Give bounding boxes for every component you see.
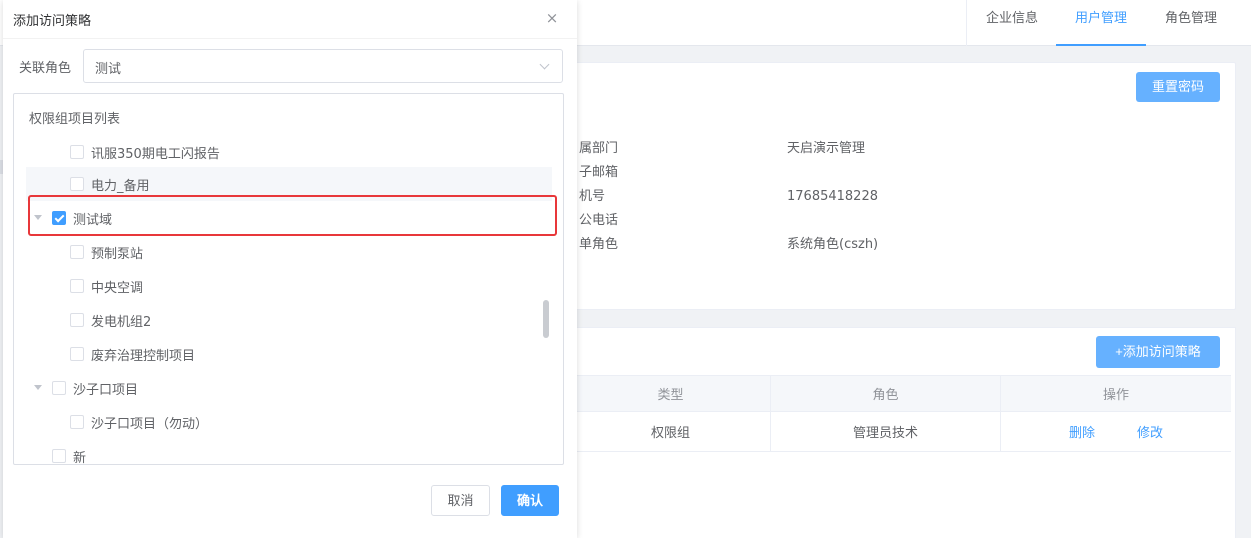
tab-role-management[interactable]: 角色管理 xyxy=(1156,0,1226,46)
node-checkbox[interactable] xyxy=(70,347,84,361)
node-checkbox[interactable] xyxy=(52,449,66,463)
info-row-mobile: 机号 17685418228 xyxy=(579,187,878,207)
chevron-down-icon xyxy=(539,59,550,70)
role-select-value: 测试 xyxy=(95,62,122,77)
permission-group-tree-panel: 权限组项目列表 讯服350期电工闪报告 电力_备用 测试域 预制泵站 中央空调 … xyxy=(13,93,564,465)
info-value: 系统角色(cszh) xyxy=(787,237,879,252)
caret-down-icon[interactable] xyxy=(34,385,42,390)
node-label: 发电机组2 xyxy=(91,315,152,330)
node-label: 沙子口项目（勿动） xyxy=(91,417,209,432)
info-label: 机号 xyxy=(579,189,606,204)
tab-user-management[interactable]: 用户管理 xyxy=(1056,0,1146,46)
node-checkbox[interactable] xyxy=(70,145,84,159)
permission-tree[interactable]: 讯服350期电工闪报告 电力_备用 测试域 预制泵站 中央空调 发电机组2 废弃… xyxy=(14,138,563,464)
associated-role-select[interactable]: 测试 xyxy=(83,49,563,83)
node-label: 沙子口项目 xyxy=(73,383,139,398)
tree-node-central-ac[interactable]: 中央空调 xyxy=(26,269,552,303)
tree-node-test-domain[interactable]: 测试域 xyxy=(26,201,552,235)
reset-password-button[interactable]: 重置密码 xyxy=(1136,72,1220,102)
tree-node-shazikou[interactable]: 沙子口项目 xyxy=(26,371,552,405)
caret-down-icon[interactable] xyxy=(34,215,42,220)
add-access-policy-dialog: 添加访问策略 × 关联角色 测试 权限组项目列表 讯服350期电工闪报告 电力_… xyxy=(3,0,577,538)
tree-node-prefab-pump[interactable]: 预制泵站 xyxy=(26,235,552,269)
edit-link[interactable]: 修改 xyxy=(1137,422,1163,441)
node-checkbox[interactable] xyxy=(70,313,84,327)
node-checkbox[interactable] xyxy=(52,381,66,395)
add-access-policy-button[interactable]: +添加访问策略 xyxy=(1096,336,1220,368)
confirm-button[interactable]: 确认 xyxy=(501,485,559,516)
info-label: 公电话 xyxy=(579,213,619,228)
dialog-header-divider xyxy=(3,38,577,39)
node-checkbox[interactable] xyxy=(70,279,84,293)
access-policy-card: +添加访问策略 类型 角色 操作 权限组 管理员技术 删除 修改 xyxy=(570,327,1236,538)
info-label: 单角色 xyxy=(579,237,619,252)
tree-node-partial-bottom[interactable]: 新 xyxy=(26,439,552,464)
node-label: 预制泵站 xyxy=(91,247,144,262)
delete-link[interactable]: 删除 xyxy=(1069,422,1095,441)
info-label: 属部门 xyxy=(579,141,619,156)
info-row-office-phone: 公电话 xyxy=(579,211,618,231)
tree-node-power-backup[interactable]: 电力_备用 xyxy=(26,167,552,201)
table-row: 权限组 管理员技术 删除 修改 xyxy=(571,412,1231,452)
info-row-role: 单角色 系统角色(cszh) xyxy=(579,235,878,255)
info-row-department: 属部门 天启演示管理 xyxy=(579,139,865,159)
associated-role-label: 关联角色 xyxy=(19,61,72,76)
node-checkbox[interactable] xyxy=(70,245,84,259)
cell-role: 管理员技术 xyxy=(771,412,1001,451)
node-label: 测试域 xyxy=(73,213,113,228)
node-label: 新 xyxy=(73,451,87,464)
tree-node-partial[interactable]: 讯服350期电工闪报告 xyxy=(26,138,552,169)
policy-table: 类型 角色 操作 权限组 管理员技术 删除 修改 xyxy=(571,375,1231,452)
tab-company-info[interactable]: 企业信息 xyxy=(978,0,1046,46)
cancel-button[interactable]: 取消 xyxy=(431,485,490,516)
close-icon[interactable]: × xyxy=(545,11,559,26)
cell-operation: 删除 修改 xyxy=(1001,412,1231,451)
user-info-card: 重置密码 属部门 天启演示管理 子邮箱 机号 17685418228 公电话 单… xyxy=(570,62,1236,310)
node-checkbox[interactable] xyxy=(70,177,84,191)
tree-panel-title: 权限组项目列表 xyxy=(29,112,121,127)
info-row-email: 子邮箱 xyxy=(579,163,618,183)
tree-scrollbar[interactable] xyxy=(543,300,549,338)
info-label: 子邮箱 xyxy=(579,165,619,180)
cell-type: 权限组 xyxy=(571,412,771,451)
info-value: 天启演示管理 xyxy=(787,141,866,156)
info-value: 17685418228 xyxy=(787,189,878,204)
node-label: 讯服350期电工闪报告 xyxy=(91,147,220,162)
tab-divider xyxy=(966,0,967,46)
node-checkbox[interactable] xyxy=(70,415,84,429)
dialog-title: 添加访问策略 xyxy=(13,14,92,29)
tree-node-generator[interactable]: 发电机组2 xyxy=(26,303,552,337)
tree-node-shazikou-locked[interactable]: 沙子口项目（勿动） xyxy=(26,405,552,439)
table-header: 类型 角色 操作 xyxy=(571,375,1231,412)
header-role: 角色 xyxy=(771,376,1001,411)
header-operation: 操作 xyxy=(1102,388,1129,403)
node-label: 废弃治理控制项目 xyxy=(91,349,196,364)
node-label: 电力_备用 xyxy=(91,179,150,194)
header-type: 类型 xyxy=(571,376,771,411)
tree-node-waste-control[interactable]: 废弃治理控制项目 xyxy=(26,337,552,371)
node-checkbox-checked[interactable] xyxy=(52,211,66,225)
node-label: 中央空调 xyxy=(91,281,144,296)
